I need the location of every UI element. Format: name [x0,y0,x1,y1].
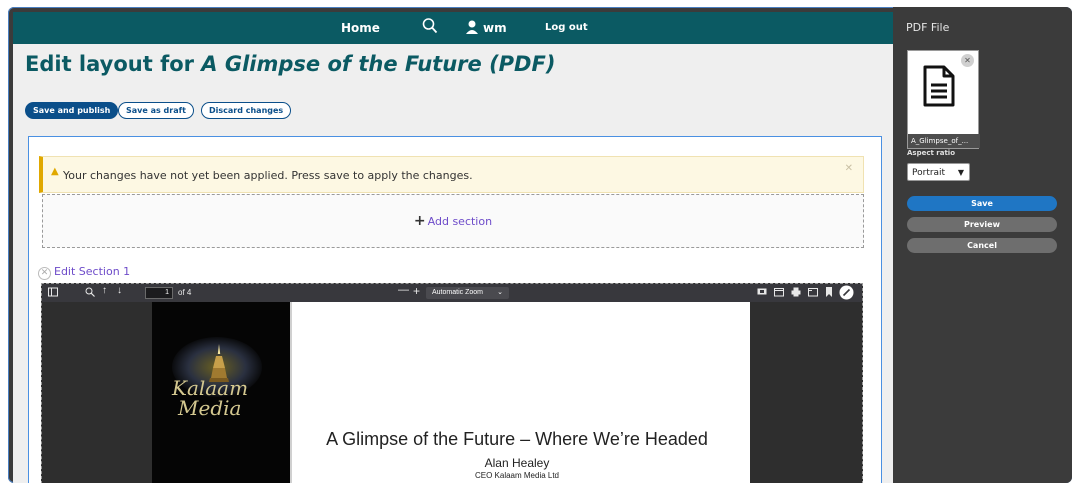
unsaved-warning: ▲ Your changes have not yet been applied… [39,156,864,193]
nav-home-link[interactable]: Home [341,21,380,35]
plus-icon: + [413,213,426,229]
save-and-publish-button[interactable]: Save and publish [25,102,119,119]
zoom-select[interactable]: Automatic Zoom ⌄ [426,287,509,299]
open-file-icon[interactable] [774,287,784,299]
aspect-ratio-value: Portrait [912,168,946,178]
chevron-down-icon: ▼ [957,168,964,177]
page-title-document: A Glimpse of the Future (PDF) [201,52,556,76]
user-icon[interactable] [465,19,479,38]
save-as-draft-button[interactable]: Save as draft [118,102,194,119]
tools-icon[interactable] [839,285,854,302]
edit-section-link[interactable]: ✕ Edit Section 1 [38,265,130,280]
warning-text: Your changes have not yet been applied. … [63,169,473,182]
page-count: of 4 [178,288,192,297]
add-section-label: Add section [427,215,493,228]
pdf-viewer[interactable]: ↑ ↓ 1 of 4 — + Automatic Zoom ⌄ Kalaam M… [41,283,863,483]
page-title: Edit layout for A Glimpse of the Future … [25,52,555,76]
remove-section-icon[interactable]: ✕ [38,267,51,280]
main-pane: Home wm Log out Edit layout for A Glimps… [13,12,893,483]
sidebar-toggle-icon[interactable] [48,287,58,299]
preview-button[interactable]: Preview [907,217,1057,232]
discard-changes-button[interactable]: Discard changes [201,102,292,119]
aspect-ratio-select[interactable]: Portrait ▼ [907,163,970,181]
settings-sidebar: PDF File ✕ A_Glimpse_of_... Aspect ratio… [893,7,1072,483]
edit-section-label[interactable]: Edit Section 1 [54,265,130,278]
save-button[interactable]: Save [907,196,1057,211]
pdf-page: Kalaam Media A Glimpse of the Future – W… [152,302,750,483]
download-icon[interactable] [808,287,818,299]
cancel-button[interactable]: Cancel [907,238,1057,253]
sidebar-heading: PDF File [906,21,950,34]
zoom-in-icon[interactable]: + [413,284,420,298]
zoom-out-icon[interactable]: — [398,284,409,296]
page-number-input[interactable]: 1 [145,287,173,299]
app-window: Home wm Log out Edit layout for A Glimps… [8,7,1072,483]
aspect-ratio-label: Aspect ratio [907,149,956,157]
slide-divider [290,302,292,483]
logo-line-2: Media [178,396,242,420]
document-icon [923,65,955,107]
nav-user-link[interactable]: wm [483,21,507,35]
logo-line-1: Kalaam [172,376,249,400]
slide-role: CEO Kalaam Media Ltd [474,471,560,480]
nav-logout-link[interactable]: Log out [545,22,588,33]
top-nav: Home wm Log out [13,12,893,44]
next-page-icon[interactable]: ↓ [117,285,122,296]
file-name: A_Glimpse_of_... [908,134,980,148]
zoom-value: Automatic Zoom [432,289,483,296]
logo-text: Kalaam Media [172,378,272,418]
layout-editor: ▲ Your changes have not yet been applied… [28,136,882,483]
find-icon[interactable] [85,287,95,299]
close-icon[interactable]: ✕ [845,163,853,174]
page-title-prefix: Edit layout for [25,52,202,76]
warning-icon: ▲ [51,166,59,177]
file-thumbnail[interactable]: ✕ A_Glimpse_of_... [907,50,980,149]
print-icon[interactable] [791,287,801,299]
add-section-button[interactable]: + Add section [42,194,864,248]
bookmark-icon[interactable] [825,287,833,299]
chevron-down-icon: ⌄ [497,289,503,296]
screenshot-frame: Home wm Log out Edit layout for A Glimps… [0,0,1074,483]
search-icon[interactable] [422,17,438,38]
pdf-toolbar: ↑ ↓ 1 of 4 — + Automatic Zoom ⌄ [42,284,862,302]
kalaam-media-logo: Kalaam Media [152,302,290,483]
remove-file-icon[interactable]: ✕ [961,54,974,67]
slide-author: Alan Healey [484,456,550,470]
previous-page-icon[interactable]: ↑ [102,285,107,296]
slide-title: A Glimpse of the Future – Where We’re He… [326,429,708,449]
presentation-mode-icon[interactable] [757,287,767,299]
